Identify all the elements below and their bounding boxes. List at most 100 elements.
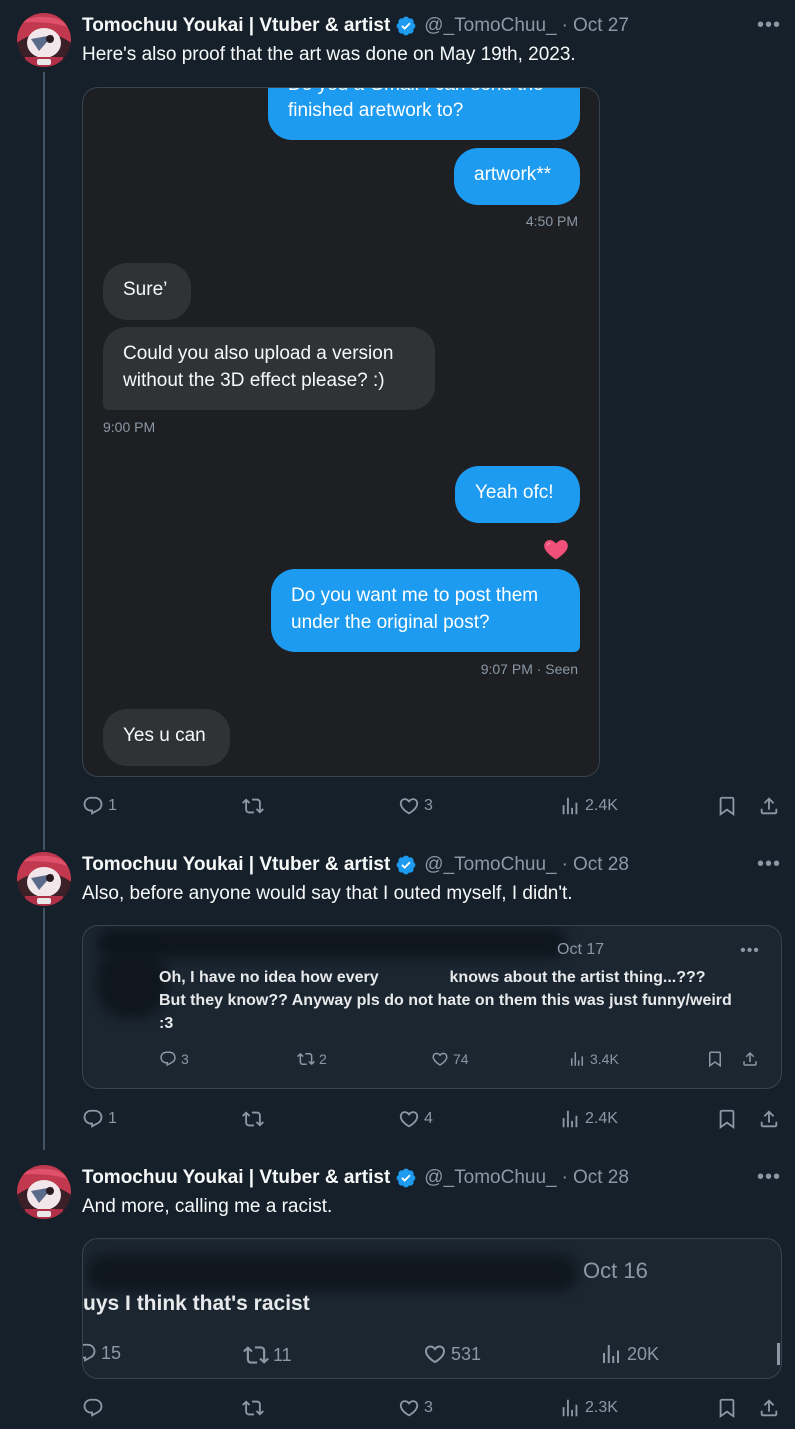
reply-button[interactable]: 1 bbox=[82, 1104, 117, 1134]
display-name[interactable]: Tomochuu Youkai | Vtuber & artist bbox=[82, 15, 390, 37]
share-button[interactable] bbox=[758, 1393, 780, 1423]
reply-icon bbox=[82, 1108, 104, 1130]
bookmark-icon bbox=[716, 1108, 738, 1130]
dm-line: without the 3D effect please? :) bbox=[123, 370, 385, 391]
handle[interactable]: @_TomoChuu_ bbox=[424, 15, 556, 37]
like-count: 4 bbox=[424, 1110, 433, 1127]
views-icon bbox=[559, 1108, 581, 1130]
quote-date[interactable]: Oct 17 bbox=[557, 941, 604, 959]
handle[interactable]: @_TomoChuu_ bbox=[424, 1167, 556, 1189]
separator: · bbox=[561, 854, 568, 875]
quote-text-line: But they know?? Anyway pls do not hate o… bbox=[159, 992, 732, 1009]
like-count: 3 bbox=[424, 797, 433, 814]
bookmark-button[interactable] bbox=[716, 1393, 738, 1423]
views-button[interactable]: 2.3K bbox=[559, 1393, 618, 1423]
views-icon bbox=[568, 1050, 586, 1068]
dm-line: finished aretwork to? bbox=[288, 100, 464, 121]
tweet-header: Tomochuu Youkai | Vtuber & artist @_Tomo… bbox=[82, 14, 629, 38]
views-button[interactable]: 2.4K bbox=[559, 791, 618, 821]
bookmark-icon bbox=[716, 1397, 738, 1419]
share-button[interactable] bbox=[758, 1104, 780, 1134]
quote-like-count: 74 bbox=[453, 1051, 469, 1067]
thread-line bbox=[43, 72, 45, 836]
verified-badge-icon bbox=[395, 1167, 417, 1189]
thread-line bbox=[43, 836, 45, 850]
reply-icon bbox=[159, 1050, 177, 1068]
like-button[interactable]: 3 bbox=[398, 791, 433, 821]
tweet-header: Tomochuu Youkai | Vtuber & artist @_Tomo… bbox=[82, 1166, 629, 1190]
action-bar: 3 2.3K bbox=[82, 1393, 782, 1423]
repost-icon bbox=[243, 1342, 269, 1368]
reply-icon bbox=[82, 1397, 104, 1419]
quoted-tweet[interactable]: Oct 17 ••• Oh, I have no idea how every … bbox=[82, 925, 782, 1089]
separator: · bbox=[561, 1167, 568, 1188]
heart-icon bbox=[431, 1050, 449, 1068]
repost-button[interactable] bbox=[242, 1393, 268, 1423]
quote-repost-count: 11 bbox=[273, 1344, 292, 1365]
like-count: 3 bbox=[424, 1399, 433, 1416]
quote-bookmark bbox=[706, 1050, 724, 1068]
views-icon bbox=[559, 795, 581, 817]
reply-button[interactable]: 1 bbox=[82, 791, 117, 821]
quote-repost: 2 bbox=[297, 1050, 327, 1068]
views-icon bbox=[559, 1397, 581, 1419]
repost-button[interactable] bbox=[242, 1104, 268, 1134]
tweet-date[interactable]: Oct 27 bbox=[573, 15, 629, 37]
display-name[interactable]: Tomochuu Youkai | Vtuber & artist bbox=[82, 1167, 390, 1189]
display-name[interactable]: Tomochuu Youkai | Vtuber & artist bbox=[82, 854, 390, 876]
like-button[interactable]: 4 bbox=[398, 1104, 433, 1134]
share-icon bbox=[741, 1050, 759, 1068]
heart-icon bbox=[398, 795, 420, 817]
tweet-2[interactable]: Tomochuu Youkai | Vtuber & artist @_Tomo… bbox=[0, 836, 795, 1150]
quote-reply-count: 15 bbox=[101, 1342, 122, 1363]
reply-count: 1 bbox=[108, 797, 117, 814]
avatar[interactable] bbox=[17, 852, 71, 906]
avatar[interactable] bbox=[17, 13, 71, 67]
dm-timestamp: 4:50 PM bbox=[525, 213, 578, 229]
quote-reply-count: 3 bbox=[181, 1051, 189, 1067]
verified-badge-icon bbox=[395, 15, 417, 37]
more-icon[interactable]: ••• bbox=[739, 943, 761, 968]
repost-icon bbox=[242, 1108, 264, 1130]
views-button[interactable]: 2.4K bbox=[559, 1104, 618, 1134]
views-icon bbox=[599, 1342, 623, 1366]
quote-text-line: Oh, I have no idea how every knows about… bbox=[159, 966, 706, 990]
dm-screenshot[interactable]: Do you a Gmail I can send the finished a… bbox=[82, 87, 600, 777]
quote-views: 3.4K bbox=[568, 1050, 619, 1068]
quote-like: 531 bbox=[423, 1342, 481, 1366]
bookmark-icon bbox=[706, 1050, 724, 1068]
tweet-date[interactable]: Oct 28 bbox=[573, 1167, 629, 1189]
repost-button[interactable] bbox=[242, 791, 268, 821]
quote-date[interactable]: Oct 16 bbox=[583, 1258, 648, 1284]
reply-button[interactable] bbox=[82, 1393, 108, 1423]
bookmark-button[interactable] bbox=[716, 791, 738, 821]
dm-bubble-outgoing: Do you want me to post them under the or… bbox=[271, 569, 580, 652]
more-icon[interactable]: ••• bbox=[757, 1167, 780, 1194]
heart-icon bbox=[423, 1342, 447, 1366]
dm-bubble-incoming: Sure’ bbox=[103, 263, 191, 320]
tweet-1[interactable]: Tomochuu Youkai | Vtuber & artist @_Tomo… bbox=[0, 0, 795, 836]
share-button[interactable] bbox=[758, 791, 780, 821]
quote-reply: 15 bbox=[82, 1342, 121, 1364]
quote-views-count: 20K bbox=[627, 1343, 660, 1364]
avatar[interactable] bbox=[17, 1165, 71, 1219]
thread-line bbox=[43, 908, 45, 1150]
quoted-tweet[interactable]: Oct 16 uys I think that's racist 15 11 5… bbox=[82, 1238, 782, 1379]
more-icon[interactable]: ••• bbox=[757, 854, 780, 881]
redacted-area bbox=[97, 948, 167, 1018]
tweet-text: Also, before anyone would say that I out… bbox=[82, 883, 573, 904]
redacted-area bbox=[87, 1255, 577, 1291]
like-button[interactable]: 3 bbox=[398, 1393, 433, 1423]
bookmark-button[interactable] bbox=[716, 1104, 738, 1134]
tweet-date[interactable]: Oct 28 bbox=[573, 854, 629, 876]
more-icon[interactable]: ••• bbox=[757, 15, 780, 42]
repost-icon bbox=[297, 1050, 315, 1068]
quote-text-line: :3 bbox=[159, 1015, 174, 1032]
dm-line: Do you a Gmail I can send the bbox=[288, 88, 560, 98]
share-icon bbox=[758, 1108, 780, 1130]
dm-timestamp: 9:07 PM · Seen bbox=[480, 661, 578, 677]
tweet-3[interactable]: Tomochuu Youkai | Vtuber & artist @_Tomo… bbox=[0, 1150, 795, 1429]
quote-text-line: uys I think that's racist bbox=[83, 1292, 310, 1315]
handle[interactable]: @_TomoChuu_ bbox=[424, 854, 556, 876]
bookmark-icon-partial bbox=[777, 1343, 780, 1365]
